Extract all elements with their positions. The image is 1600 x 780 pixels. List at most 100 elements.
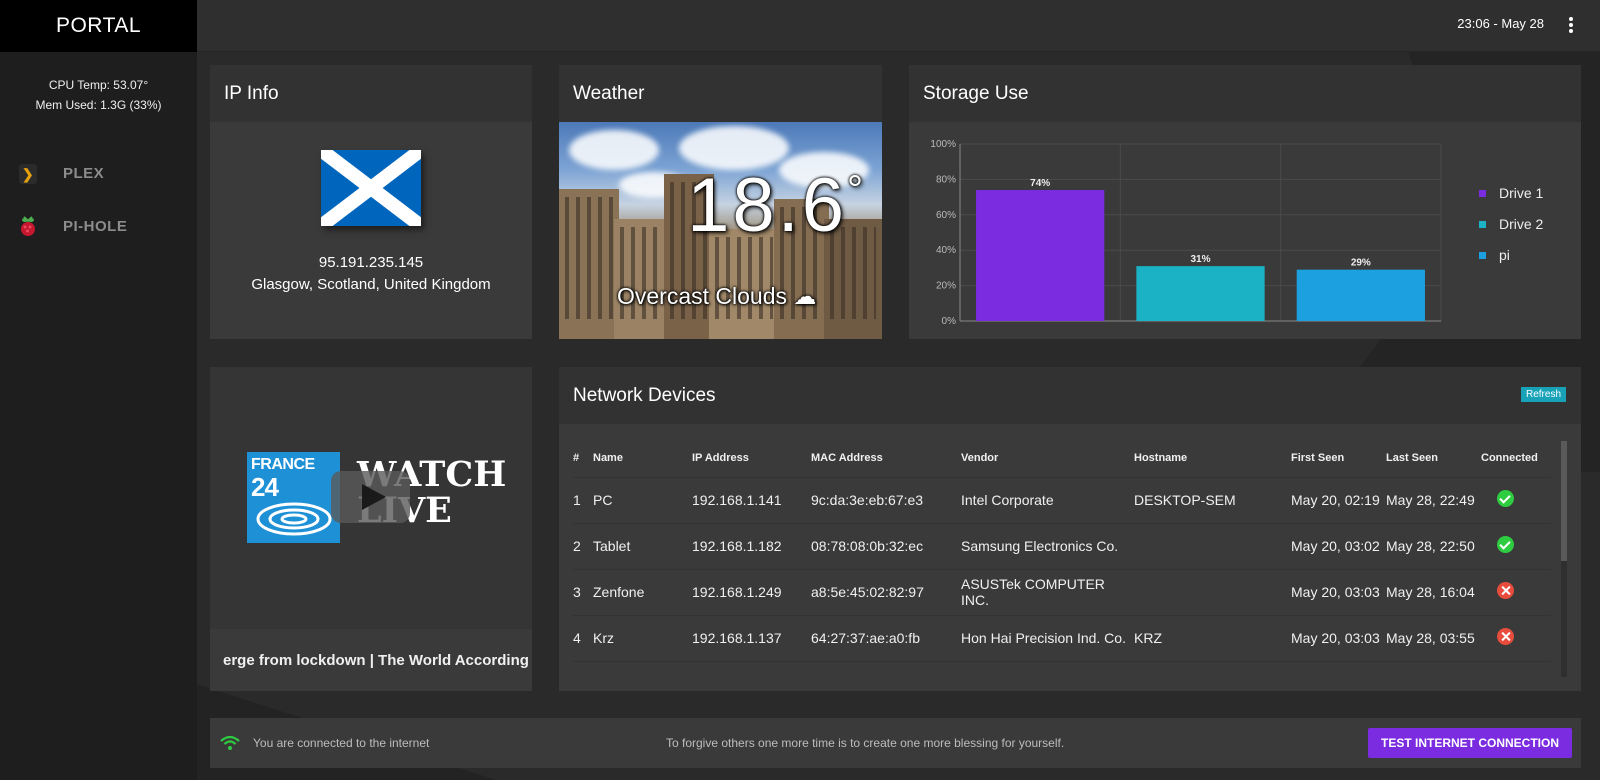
sidebar-item-label: PLEX	[63, 165, 105, 182]
connected-check-icon	[1497, 536, 1514, 553]
table-scrollbar[interactable]	[1561, 441, 1567, 677]
cell-last-seen: May 28, 22:49	[1386, 477, 1481, 524]
legend-swatch	[1479, 190, 1486, 197]
cell-hostname: DESKTOP-SEM	[1134, 477, 1291, 524]
temperature: 18.6°	[687, 163, 866, 248]
cell-first-seen: May 20, 03:03	[1291, 615, 1386, 662]
y-tick-label: 80%	[936, 174, 956, 185]
column-header[interactable]: Connected	[1481, 439, 1551, 478]
cell-connected	[1481, 615, 1551, 662]
cell-connected	[1481, 523, 1551, 570]
raspberry-icon	[19, 215, 37, 238]
play-button[interactable]	[331, 471, 410, 523]
column-header[interactable]: First Seen	[1291, 439, 1386, 478]
weather-background-image: 18.6° Overcast Clouds ☁	[559, 122, 882, 339]
y-tick-label: 100%	[930, 139, 956, 150]
cell-mac: a8:5e:45:02:82:97	[811, 569, 961, 616]
kebab-menu-icon[interactable]	[1566, 14, 1576, 36]
bar-value-label: 29%	[1351, 258, 1371, 269]
cell-mac: 64:27:37:ae:a0:fb	[811, 615, 961, 662]
brand-logo[interactable]: PORTAL	[0, 0, 197, 52]
wifi-icon	[220, 735, 240, 750]
refresh-button[interactable]: Refresh	[1520, 387, 1566, 402]
cell-vendor: Hon Hai Precision Ind. Co.	[961, 615, 1134, 662]
cell-num: 3	[573, 569, 593, 616]
cell-connected	[1481, 569, 1551, 616]
column-header[interactable]: IP Address	[692, 439, 811, 478]
clock: 23:06 - May 28	[1457, 16, 1544, 31]
sidebar: PORTAL CPU Temp: 53.07° Mem Used: 1.3G (…	[0, 0, 197, 780]
cpu-temp: CPU Temp: 53.07°	[48, 78, 149, 92]
cell-name: Krz	[593, 615, 692, 662]
sidebar-item-plex[interactable]: ❯ PLEX	[0, 147, 197, 200]
cell-ip: 192.168.1.137	[692, 615, 811, 662]
video-card: FRANCE 24 WATCH LIVE erge from lockdown …	[210, 367, 532, 691]
column-header[interactable]: Last Seen	[1386, 439, 1481, 478]
column-header[interactable]: Name	[593, 439, 692, 478]
table-row[interactable]: 3 Zenfone 192.168.1.249 a8:5e:45:02:82:97 AS…	[573, 569, 1551, 616]
cell-ip: 192.168.1.141	[692, 477, 811, 524]
network-devices-table: # Name IP Address MAC Address Vendor Hos…	[573, 439, 1551, 662]
card-title: IP Info	[210, 65, 532, 122]
cell-num: 1	[573, 477, 593, 524]
test-internet-connection-button[interactable]: TEST INTERNET CONNECTION	[1367, 728, 1572, 758]
column-header[interactable]: MAC Address	[811, 439, 961, 478]
y-tick-label: 20%	[936, 281, 956, 292]
y-tick-label: 40%	[936, 245, 956, 256]
cell-first-seen: May 20, 02:19	[1291, 477, 1386, 524]
plex-icon: ❯	[19, 163, 37, 185]
cell-hostname: KRZ	[1134, 615, 1291, 662]
cell-vendor: Intel Corporate	[961, 477, 1134, 524]
y-tick-label: 0%	[942, 316, 957, 327]
column-header[interactable]: Vendor	[961, 439, 1134, 478]
table-header-row: # Name IP Address MAC Address Vendor Hos…	[573, 439, 1551, 478]
cell-first-seen: May 20, 03:03	[1291, 569, 1386, 616]
bar	[1136, 266, 1265, 321]
cell-name: PC	[593, 477, 692, 524]
news-ticker: erge from lockdown | The World According	[210, 629, 532, 691]
column-header[interactable]: #	[573, 439, 593, 478]
cell-mac: 08:78:08:0b:32:ec	[811, 523, 961, 570]
cell-first-seen: May 20, 03:02	[1291, 523, 1386, 570]
connection-status: You are connected to the internet	[253, 736, 430, 750]
cell-num: 2	[573, 523, 593, 570]
cell-mac: 9c:da:3e:eb:67:e3	[811, 477, 961, 524]
cell-hostname	[1134, 523, 1291, 570]
connected-check-icon	[1497, 490, 1514, 507]
france24-logo: FRANCE 24	[247, 452, 340, 543]
sidebar-nav: ❯ PLEX PI-HOLE	[0, 147, 197, 253]
cell-connected	[1481, 477, 1551, 524]
cell-last-seen: May 28, 22:50	[1386, 523, 1481, 570]
storage-use-card: Storage Use 0% 20% 40% 60% 80% 100% 74% 31% 29% D…	[909, 65, 1581, 339]
y-tick-label: 60%	[936, 210, 956, 221]
cell-vendor: Samsung Electronics Co.	[961, 523, 1134, 570]
sidebar-item-label: PI-HOLE	[63, 218, 128, 235]
top-bar: 23:06 - May 28	[197, 0, 1600, 52]
cell-ip: 192.168.1.249	[692, 569, 811, 616]
table-row[interactable]: 4 Krz 192.168.1.137 64:27:37:ae:a0:fb Hon Ha…	[573, 615, 1551, 662]
storage-bar-chart: 0% 20% 40% 60% 80% 100% 74% 31% 29% Drive 1 Drive …	[930, 139, 1543, 327]
bar	[976, 190, 1105, 321]
cell-hostname	[1134, 569, 1291, 616]
weather-condition: Overcast Clouds ☁	[617, 283, 817, 309]
cell-name: Zenfone	[593, 569, 692, 616]
ip-address: 95.191.235.145	[318, 254, 424, 271]
bar-value-label: 74%	[1030, 178, 1050, 189]
sidebar-item-pi-hole[interactable]: PI-HOLE	[0, 200, 197, 253]
cell-last-seen: May 28, 03:55	[1386, 615, 1481, 662]
legend-swatch	[1479, 221, 1486, 228]
table-row[interactable]: 2 Tablet 192.168.1.182 08:78:08:0b:32:ec Sam…	[573, 523, 1551, 570]
table-row[interactable]: 1 PC 192.168.1.141 9c:da:3e:eb:67:e3 Intel C…	[573, 477, 1551, 524]
column-header[interactable]: Hostname	[1134, 439, 1291, 478]
footer-bar: You are connected to the internet To for…	[210, 718, 1581, 768]
disconnected-x-icon	[1497, 628, 1514, 645]
cell-vendor: ASUSTek COMPUTER INC.	[961, 569, 1134, 616]
bar-value-label: 31%	[1190, 254, 1210, 265]
scrollbar-thumb[interactable]	[1561, 441, 1567, 561]
system-stats: CPU Temp: 53.07° Mem Used: 1.3G (33%)	[0, 75, 197, 115]
card-title: Storage Use	[909, 65, 1581, 122]
network-devices-card: Network Devices Refresh # Name IP Addres…	[559, 367, 1581, 691]
ip-info-card: IP Info 95.191.235.145 Glasgow, Scotland…	[210, 65, 532, 339]
video-player[interactable]: FRANCE 24 WATCH LIVE	[210, 367, 532, 629]
card-title: Network Devices	[559, 367, 1581, 424]
